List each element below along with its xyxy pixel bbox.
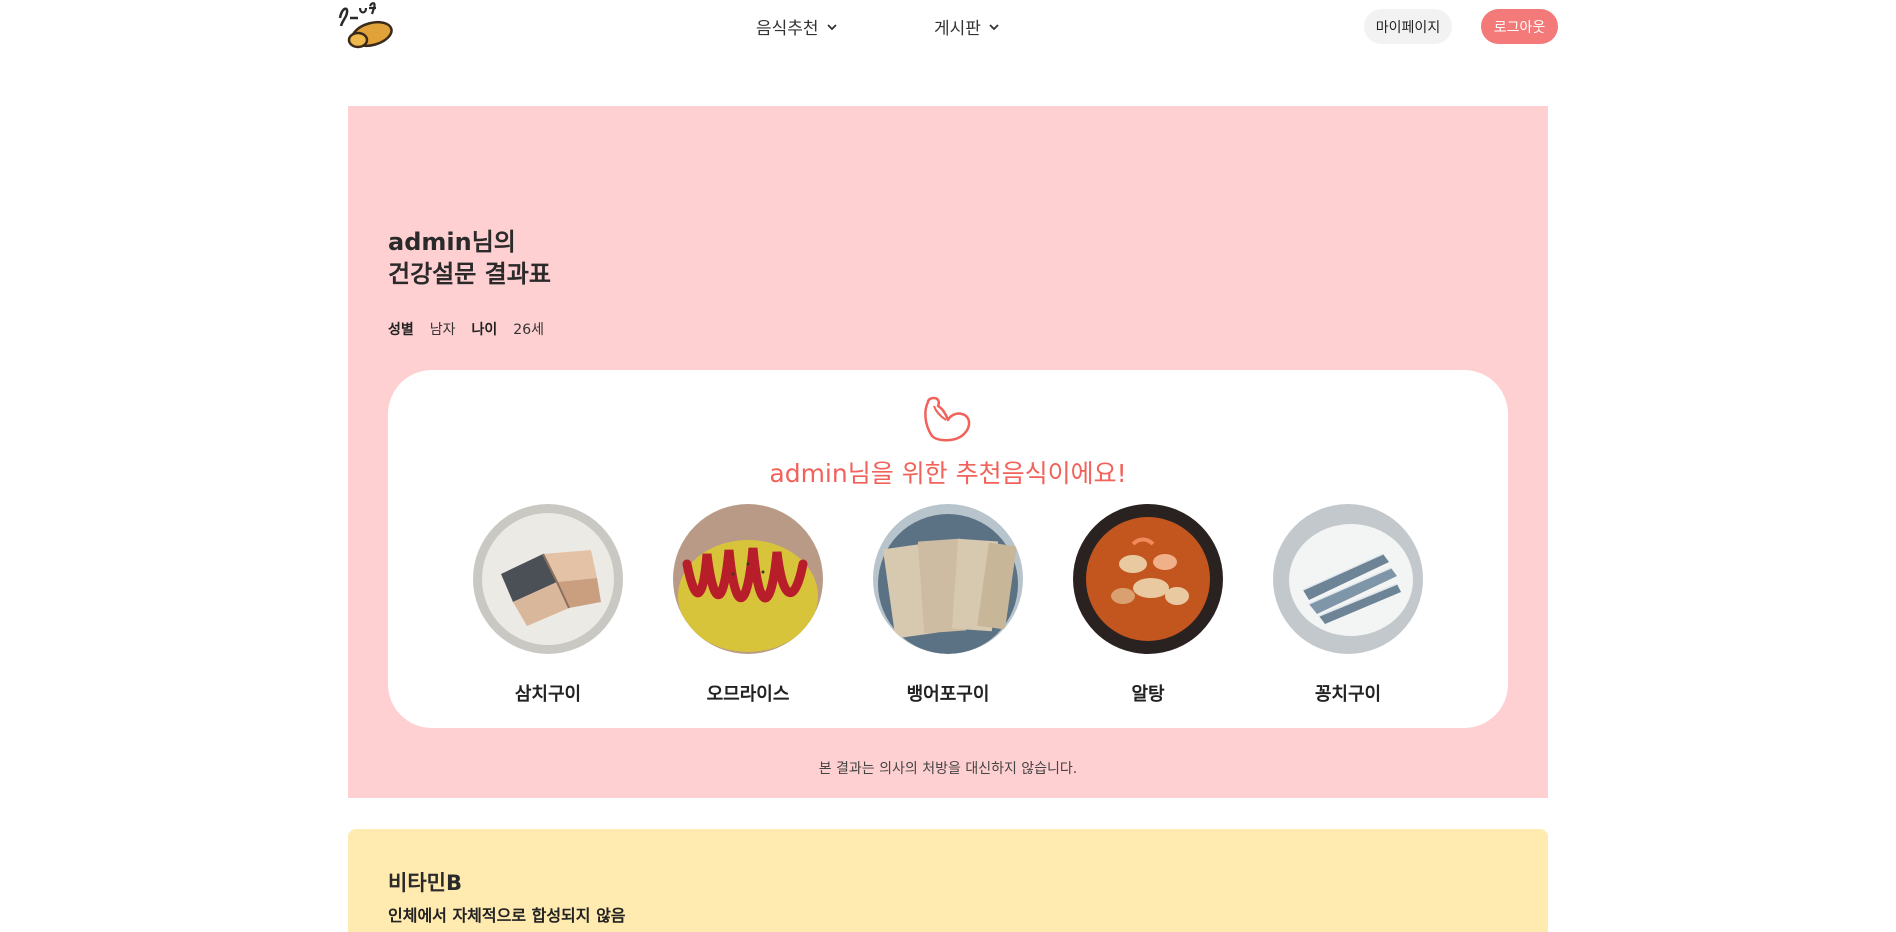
food-name: 뱅어포구이 (906, 684, 990, 705)
nav-food-recommend[interactable]: 음식추천 (756, 14, 839, 39)
food-image-omurice (673, 504, 823, 654)
result-title-line1: admin님의 (388, 228, 516, 256)
survey-result-panel: admin님의 건강설문 결과표 성별 남자 나이 26세 admin님을 위한… (348, 106, 1548, 798)
food-image-altang (1073, 504, 1223, 654)
top-navbar: 음식추천 게시판 마이페이지 로그아웃 (0, 0, 1896, 56)
food-item[interactable]: 오므라이스 (673, 504, 823, 706)
age-value: 26세 (513, 322, 544, 338)
recommendation-card: admin님을 위한 추천음식이에요! 삼치구이 오므라이스 뱅어포구이 알탕 … (388, 370, 1508, 728)
food-name: 알탕 (1131, 684, 1165, 705)
age-label: 나이 (471, 322, 498, 338)
food-name: 삼치구이 (514, 684, 582, 705)
food-image-mackerel (473, 504, 623, 654)
vitamin-subtitle: 인체에서 자체적으로 합성되지 않음 (388, 906, 626, 925)
chevron-down-icon (826, 23, 837, 30)
pnut-logo[interactable] (336, 0, 398, 54)
user-meta: 성별 남자 나이 26세 (388, 319, 544, 339)
result-title: admin님의 건강설문 결과표 (388, 226, 551, 290)
flexed-arm-icon (924, 396, 971, 442)
food-list: 삼치구이 오므라이스 뱅어포구이 알탕 꽁치구이 (473, 504, 1423, 706)
mypage-button[interactable]: 마이페이지 (1364, 9, 1452, 44)
gender-value: 남자 (429, 322, 456, 338)
food-item[interactable]: 알탕 (1073, 504, 1223, 706)
food-name: 꽁치구이 (1314, 684, 1382, 705)
food-image-whitebait (873, 504, 1023, 654)
nav-board[interactable]: 게시판 (934, 14, 1001, 39)
result-title-line2: 건강설문 결과표 (388, 260, 551, 288)
disclaimer-text: 본 결과는 의사의 처방을 대신하지 않습니다. (818, 761, 1078, 777)
food-image-saury (1273, 504, 1423, 654)
logout-button[interactable]: 로그아웃 (1481, 9, 1558, 44)
food-item[interactable]: 꽁치구이 (1273, 504, 1423, 706)
nav-board-label: 게시판 (934, 19, 981, 39)
food-item[interactable]: 삼치구이 (473, 504, 623, 706)
chevron-down-icon (989, 23, 999, 30)
food-item[interactable]: 뱅어포구이 (873, 504, 1023, 706)
vitamin-info-panel: 비타민B 인체에서 자체적으로 합성되지 않음 (348, 829, 1548, 932)
nav-food-label: 음식추천 (756, 19, 819, 39)
food-name: 오므라이스 (706, 684, 790, 705)
vitamin-title: 비타민B (388, 871, 462, 895)
gender-label: 성별 (388, 322, 414, 338)
recommend-heading: admin님을 위한 추천음식이에요! (769, 459, 1127, 488)
